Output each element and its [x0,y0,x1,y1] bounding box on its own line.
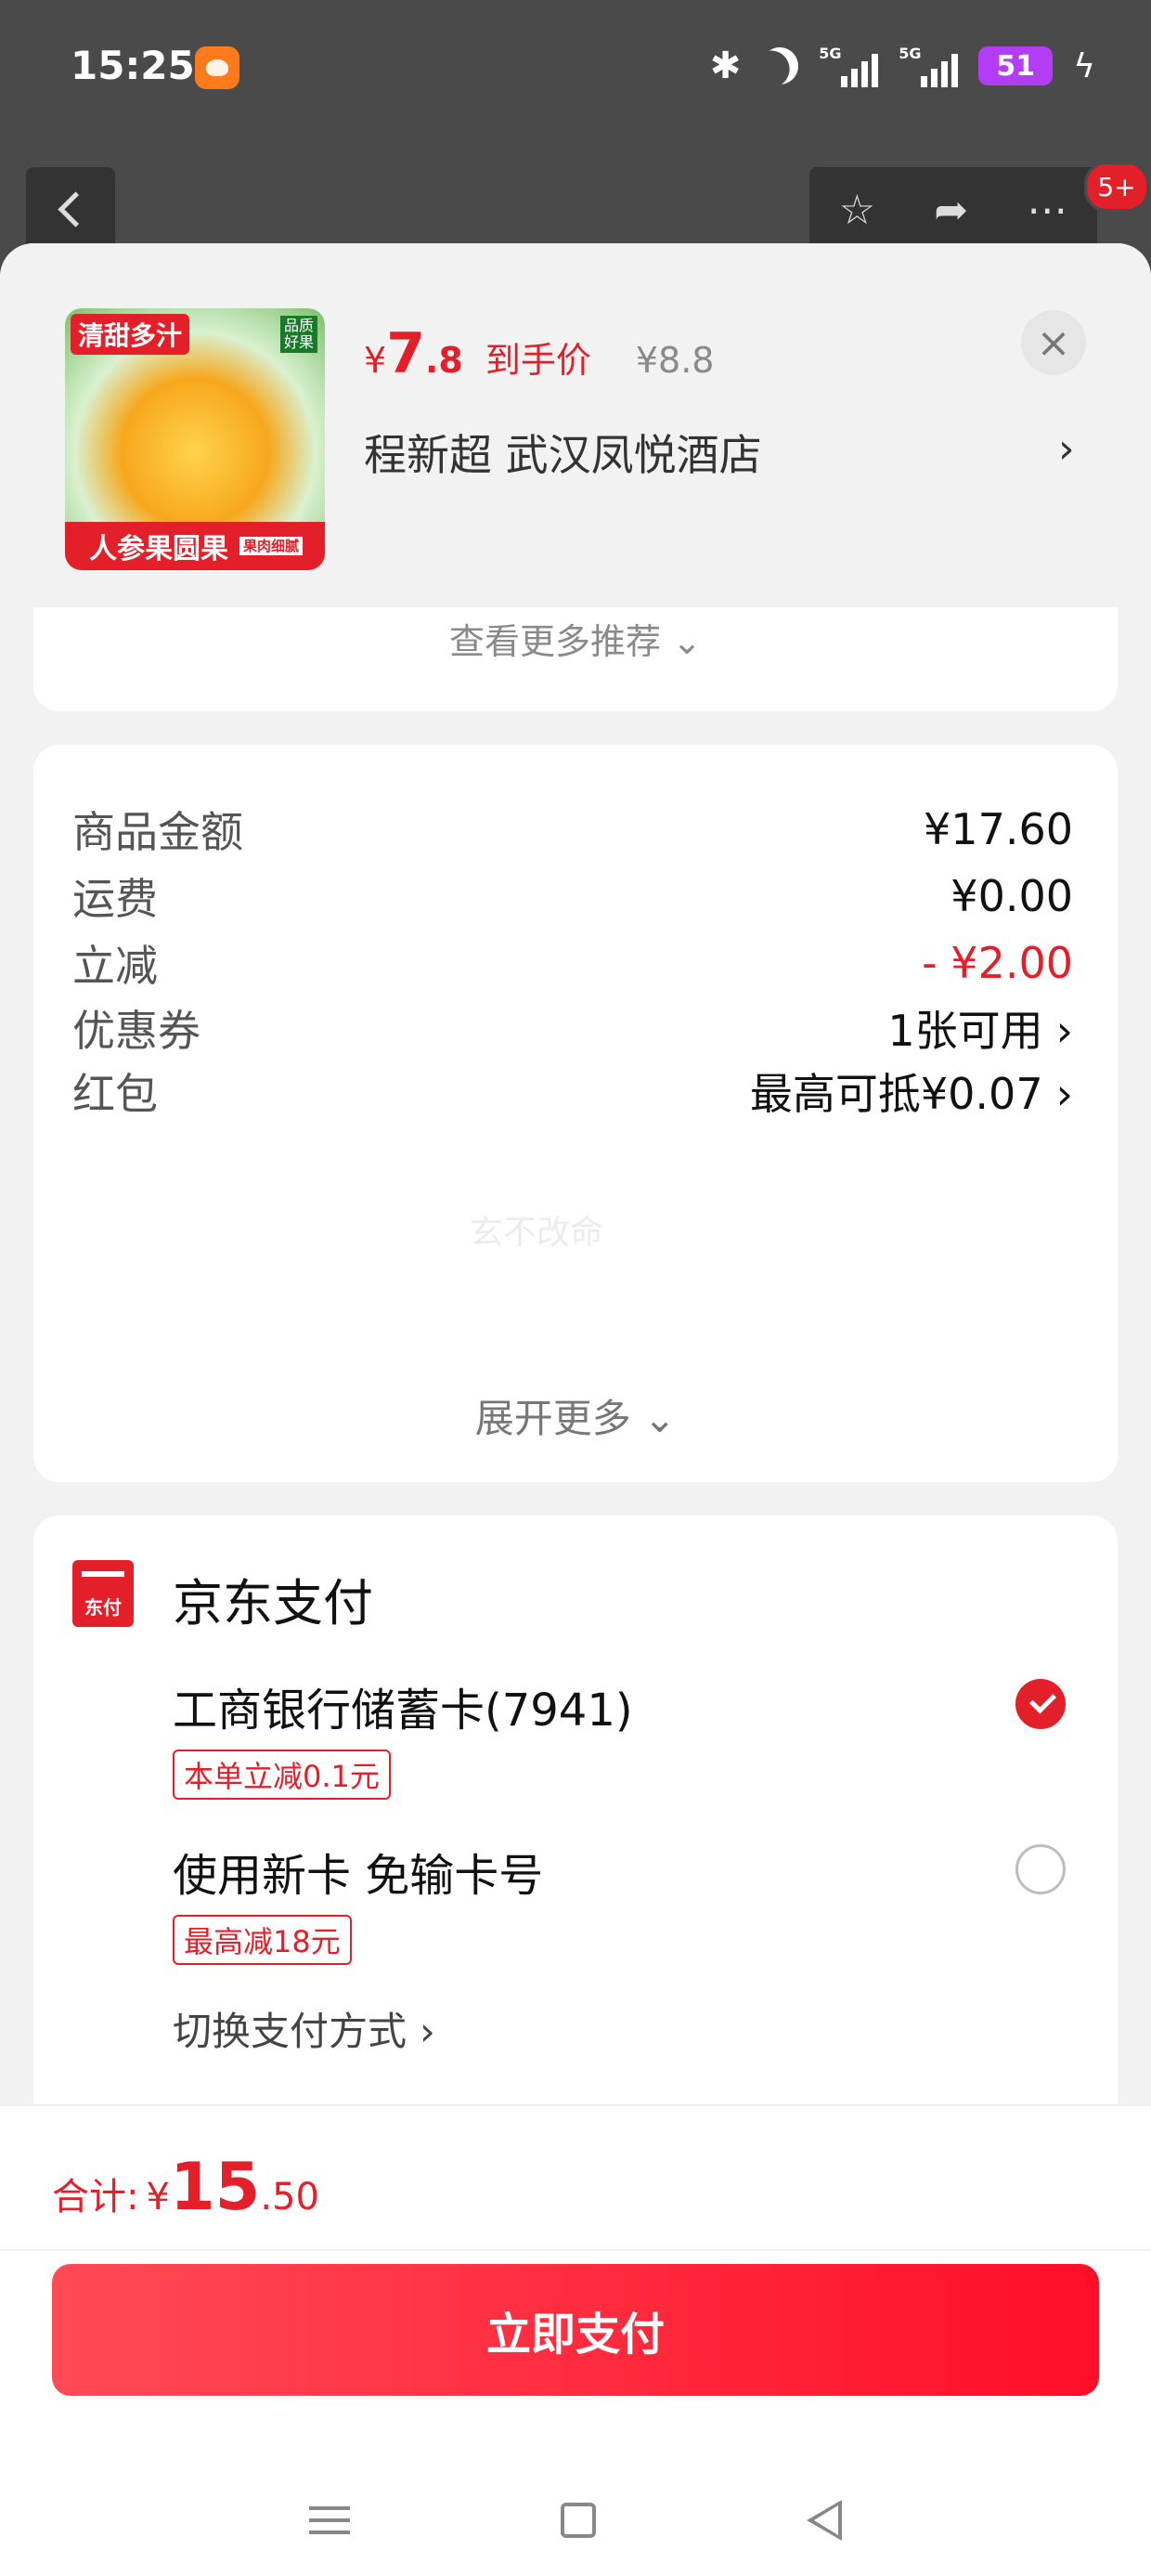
method-name: 使用新卡 免输卡号 [173,1850,544,1902]
checkout-footer: 合计: ¥ 15 .50 立即支付 [0,2104,1151,2576]
charging-icon: ϟ [1073,46,1095,85]
chevron-right-icon: › [1055,1069,1073,1119]
recommend-card: 查看更多推荐 ⌄ [33,607,1118,711]
message-badge: 5+ [1084,162,1149,212]
see-more-recommend[interactable]: 查看更多推荐 ⌄ [33,613,1118,664]
total-amount: 合计: ¥ 15 .50 [52,2149,319,2225]
total-symbol: ¥ [146,2176,170,2218]
row-label: 红包 [72,1069,158,1119]
moon-icon [757,42,804,89]
price-integer: 7 [386,321,425,386]
radio-checked-icon[interactable] [1015,1679,1066,1729]
summary-row-red-packet[interactable]: 红包 最高可抵¥0.07 › [72,1059,1073,1124]
status-icons: ✱ 5G 5G 51 ϟ [710,45,1095,87]
bluetooth-icon: ✱ [709,45,742,87]
price-decimal: .8 [424,340,463,381]
signal-5g-icon-2: 5G [899,45,959,87]
divider [0,2249,1151,2251]
order-summary-card: 商品金额 ¥17.60 运费 ¥0.00 立减 - ¥2.00 优惠券 1张可用… [33,745,1118,1482]
expand-more[interactable]: 展开更多 ⌄ [33,1387,1118,1444]
battery-icon: 51 [978,46,1054,85]
row-value: 最高可抵¥0.07 [749,1069,1043,1119]
watermark: 玄不改命 [470,1214,604,1252]
price-symbol: ¥ [364,340,387,381]
app-notification-icon [195,46,239,89]
row-label: 立减 [72,941,158,991]
radio-unchecked-icon[interactable] [1015,1844,1066,1894]
back-nav-icon[interactable] [806,2500,842,2541]
row-label: 运费 [72,874,158,924]
payment-method-new-card[interactable]: 使用新卡 免输卡号 最高减18元 [173,1839,1066,1965]
chevron-right-icon: › [1055,1006,1073,1056]
method-name: 工商银行储蓄卡(7941) [173,1685,633,1737]
summary-row-goods-amount: 商品金额 ¥17.60 [72,797,1073,862]
product-image: 清甜多汁 品质好果 人参果圆果 果肉细腻 [65,308,325,570]
method-promo-tag: 本单立减0.1元 [173,1750,391,1800]
image-banner: 人参果圆果 果肉细腻 [65,522,325,570]
image-quality-tag: 品质好果 [280,316,317,353]
total-integer: 15 [169,2149,261,2225]
system-nav-bar [0,2465,1151,2576]
row-value: - ¥2.00 [922,938,1073,988]
status-time: 15:25 [71,43,195,88]
store-name[interactable]: 程新超 武汉凤悦酒店 [364,422,762,483]
payment-method-icbc[interactable]: 工商银行储蓄卡(7941) 本单立减0.1元 [173,1673,1066,1800]
summary-row-discount: 立减 - ¥2.00 [72,930,1073,995]
summary-row-shipping: 运费 ¥0.00 [72,864,1073,929]
method-promo-tag: 最高减18元 [173,1915,352,1965]
row-label: 商品金额 [72,807,243,857]
image-banner-small: 果肉细腻 [239,537,304,555]
row-label: 优惠券 [72,1006,200,1056]
back-button[interactable] [26,167,115,253]
payment-title: 京东支付 [173,1574,373,1633]
total-label: 合计: [52,2176,139,2218]
switch-payment-method[interactable]: 切换支付方式 › [173,2000,435,2057]
total-decimal: .50 [260,2176,319,2218]
row-value: ¥0.00 [951,871,1073,921]
summary-row-coupon[interactable]: 优惠券 1张可用 › [72,995,1073,1060]
home-icon[interactable] [560,2503,596,2538]
price-label: 到手价 [485,340,591,381]
jd-pay-logo: 东付 [72,1560,134,1627]
close-button[interactable]: × [1021,310,1086,375]
star-icon[interactable]: ☆ [839,187,875,234]
image-tag: 清甜多汁 [71,314,190,355]
more-icon[interactable]: ⋯ [1027,187,1067,234]
original-price: ¥8.8 [635,340,715,381]
product-header: 清甜多汁 品质好果 人参果圆果 果肉细腻 ¥ 7 .8 到手价 ¥8.8 × 程… [0,243,1151,607]
status-bar: 15:25 ✱ 5G 5G 51 ϟ [0,0,1151,139]
pay-now-button[interactable]: 立即支付 [52,2264,1099,2396]
chevron-right-icon: › [420,2009,435,2054]
row-value: ¥17.60 [924,804,1073,854]
price-line: ¥ 7 .8 到手价 ¥8.8 [364,321,714,386]
menu-icon[interactable] [309,2506,351,2534]
top-action-bar: ☆ ➦ ⋯ [809,167,1097,253]
row-value: 1张可用 [887,1006,1043,1056]
signal-5g-icon: 5G [819,45,879,87]
chevron-right-icon[interactable]: › [1058,425,1075,473]
share-icon[interactable]: ➦ [934,187,968,234]
